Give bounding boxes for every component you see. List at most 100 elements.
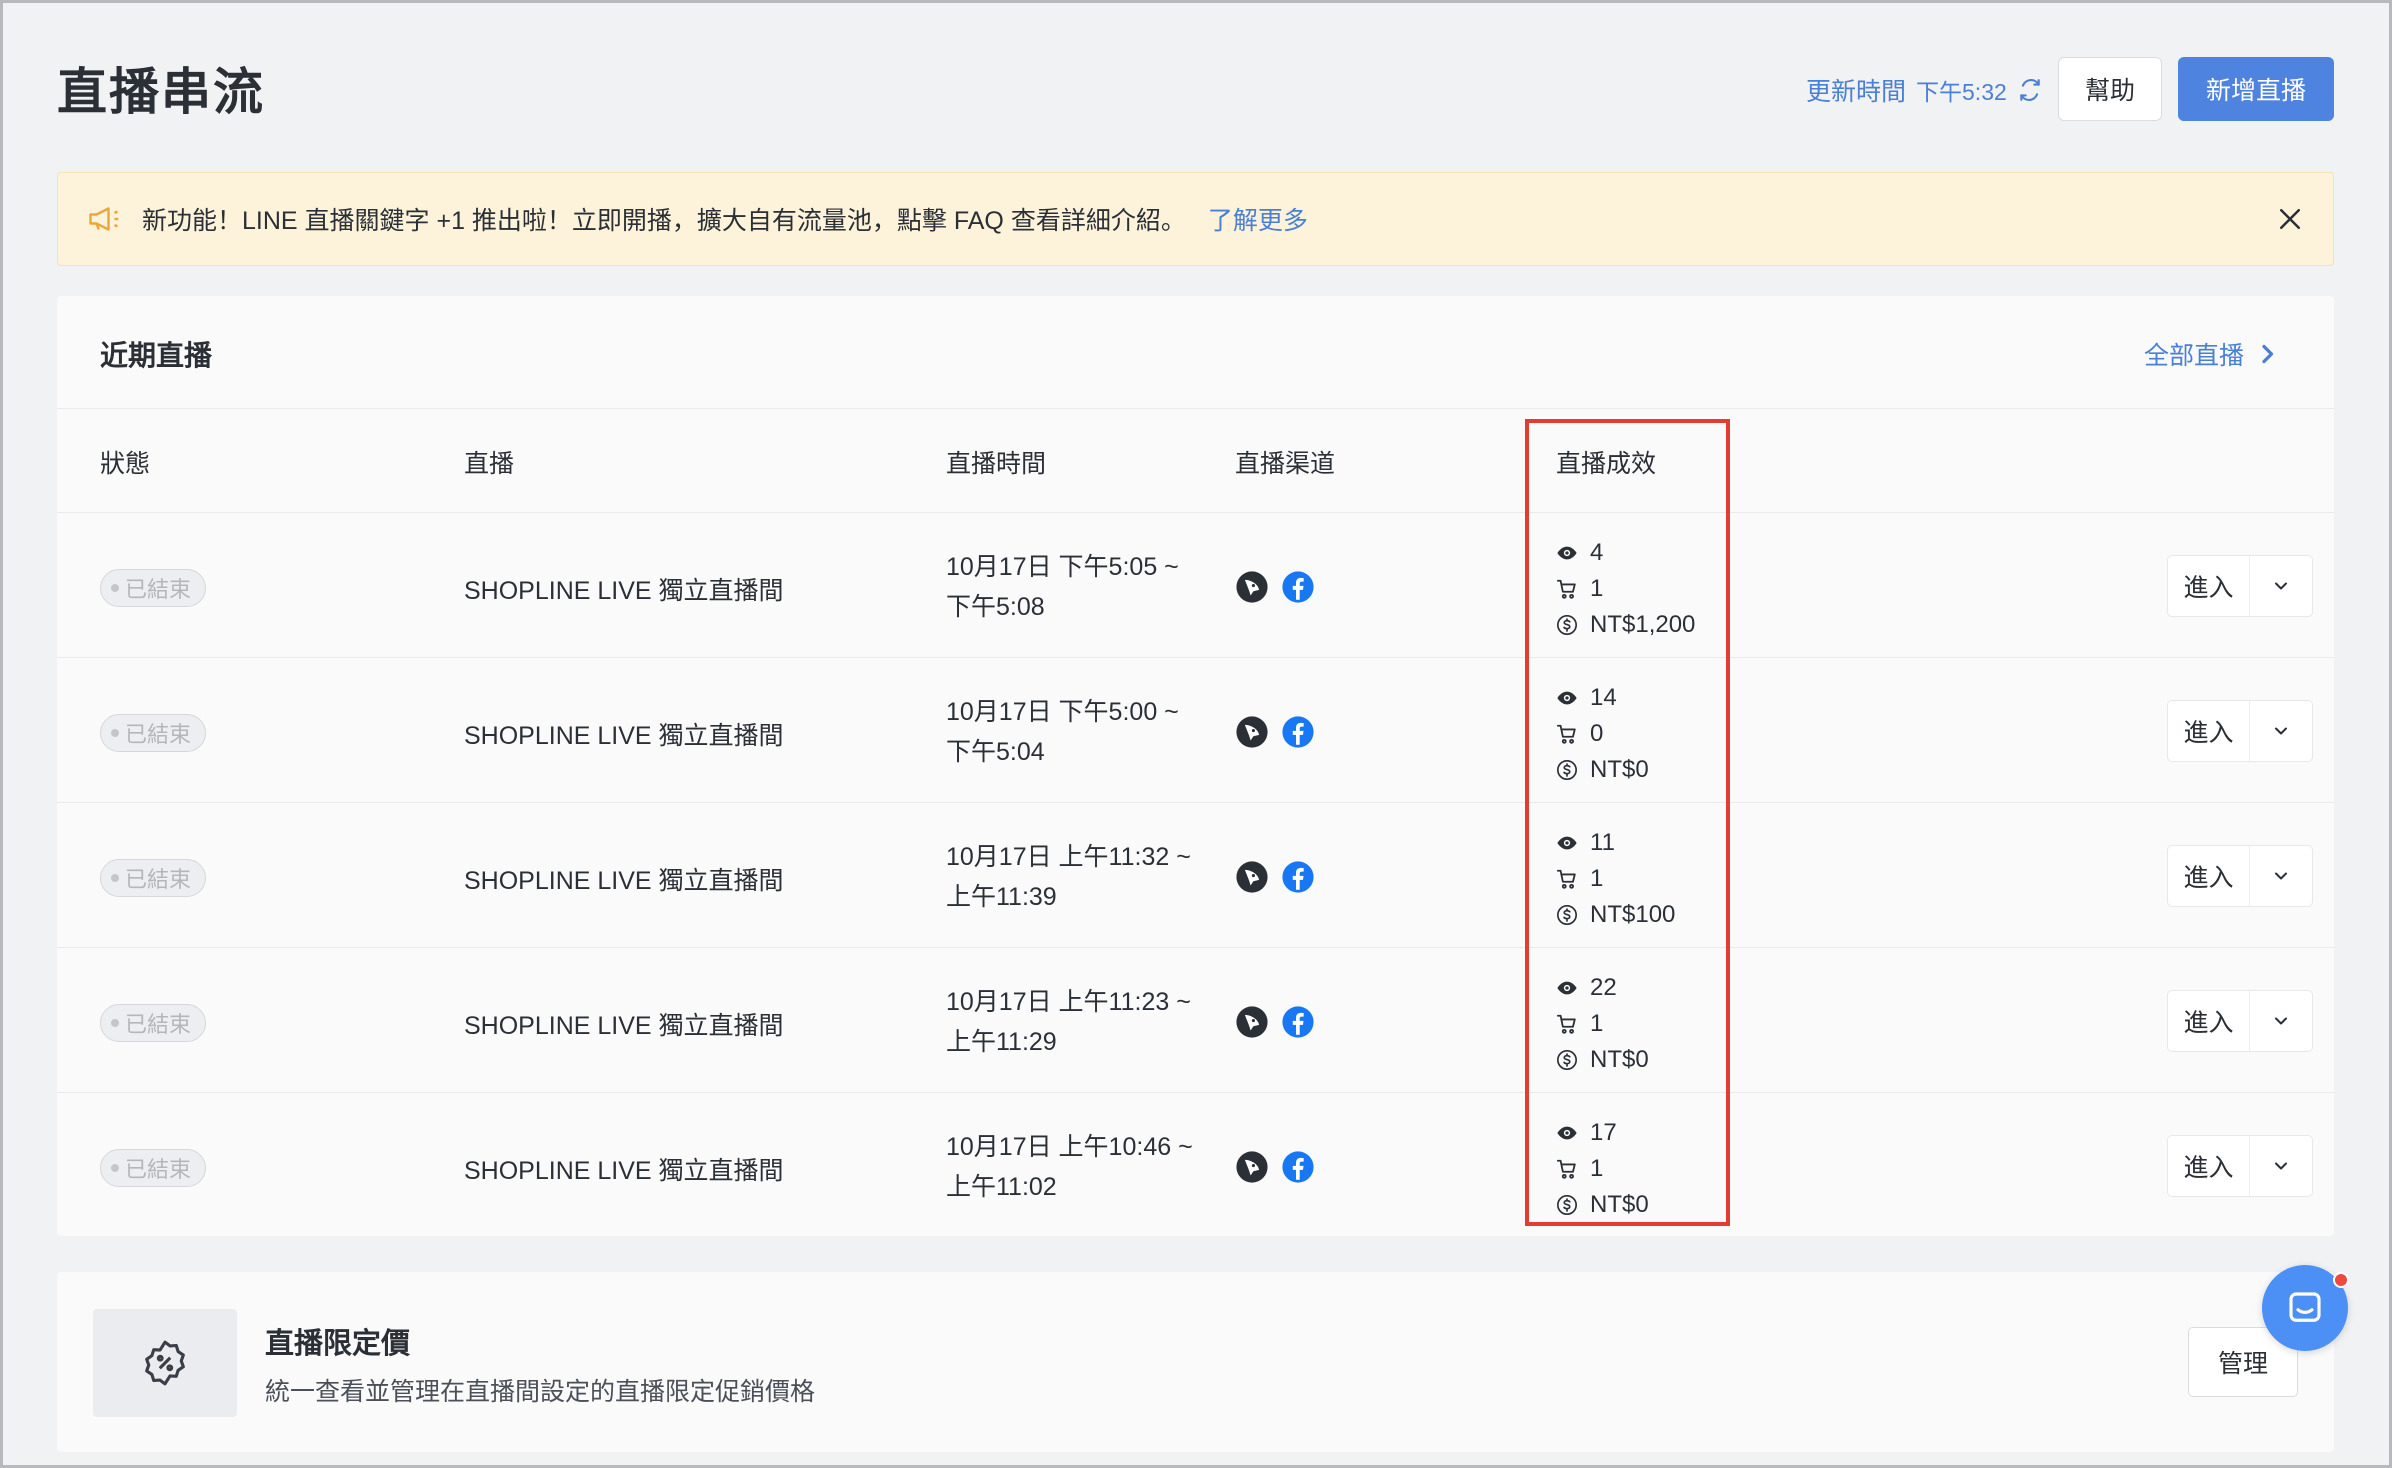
all-streams-label: 全部直播 (2143, 342, 2244, 370)
column-header-channel: 直播渠道 (1235, 450, 1336, 478)
enter-dropdown-toggle[interactable] (2250, 991, 2312, 1051)
stream-name: SHOPLINE LIVE 獨立直播間 (464, 867, 784, 895)
close-icon[interactable] (2275, 204, 2305, 234)
facebook-channel-icon (1282, 716, 1314, 748)
status-label: 已結束 (125, 577, 192, 602)
performance-metrics: 17 1 NT$0 (1556, 1115, 1649, 1223)
stream-name: SHOPLINE LIVE 獨立直播間 (464, 722, 784, 750)
performance-metrics: 22 1 NT$0 (1556, 970, 1649, 1078)
status-dot (111, 729, 119, 737)
revenue-value: NT$0 (1590, 1046, 1649, 1073)
orders-value: 1 (1590, 865, 1604, 892)
facebook-channel-icon (1282, 1151, 1314, 1183)
facebook-channel-icon (1282, 1006, 1314, 1038)
enter-button[interactable]: 進入 (2168, 556, 2250, 616)
update-label: 更新時間 (1806, 78, 1907, 106)
feature-banner: 新功能！LINE 直播關鍵字 +1 推出啦！立即開播，擴大自有流量池，點擊 FA… (57, 172, 2334, 266)
cart-icon (1556, 1014, 1576, 1034)
status-badge: 已結束 (100, 569, 206, 607)
enter-dropdown-toggle[interactable] (2250, 701, 2312, 761)
channel-icons (1235, 860, 1315, 894)
metric-views: 14 (1556, 680, 1649, 716)
performance-metrics: 11 1 NT$100 (1556, 825, 1675, 933)
metric-revenue: NT$0 (1556, 1042, 1649, 1078)
dollar-coin-icon (1557, 615, 1577, 635)
dollar-coin-icon (1557, 1050, 1577, 1070)
stream-time: 10月17日 上午11:23 ~ 上午11:29 (946, 982, 1191, 1062)
dollar-coin-icon (1557, 1195, 1577, 1215)
table-row: 已結束 SHOPLINE LIVE 獨立直播間 10月17日 下午5:05 ~ 下午5… (57, 512, 2334, 657)
eye-icon (1557, 836, 1577, 850)
dollar-coin-icon (1557, 760, 1577, 780)
table-row: 已結束 SHOPLINE LIVE 獨立直播間 10月17日 上午11:23 ~ 上午… (57, 947, 2334, 1092)
performance-metrics: 14 0 NT$0 (1556, 680, 1649, 788)
recent-streams-card: 近期直播 全部直播 狀態 直播 直播時間 直播渠道 直播成效 已結束 SHOPLI… (57, 296, 2334, 1236)
revenue-value: NT$0 (1590, 1191, 1649, 1218)
cart-icon (1556, 724, 1576, 744)
chevron-down-icon (2275, 1017, 2287, 1025)
enter-dropdown-toggle[interactable] (2250, 1136, 2312, 1196)
status-badge: 已結束 (100, 1149, 206, 1187)
refresh-icon[interactable] (2017, 77, 2043, 103)
shopline-channel-icon (1236, 1006, 1268, 1038)
stream-time: 10月17日 下午5:00 ~ 下午5:04 (946, 692, 1179, 772)
table-row: 已結束 SHOPLINE LIVE 獨立直播間 10月17日 上午10:46 ~ 上午… (57, 1092, 2334, 1237)
divider (57, 408, 2334, 409)
enter-dropdown-toggle[interactable] (2250, 556, 2312, 616)
notification-dot (2333, 1272, 2349, 1288)
facebook-channel-icon (1282, 861, 1314, 893)
stream-time-end: 上午11:39 (946, 883, 1057, 911)
stream-time-end: 上午11:02 (946, 1173, 1057, 1201)
stream-time-end: 上午11:29 (946, 1028, 1057, 1056)
status-badge: 已結束 (100, 714, 206, 752)
status-dot (111, 1019, 119, 1027)
enter-button[interactable]: 進入 (2168, 991, 2250, 1051)
cart-icon (1556, 579, 1576, 599)
metric-orders: 1 (1556, 1006, 1649, 1042)
stream-time-start: 10月17日 上午10:46 ~ (946, 1133, 1193, 1161)
metric-views: 4 (1556, 535, 1695, 571)
metric-views: 22 (1556, 970, 1649, 1006)
channel-icons (1235, 1005, 1315, 1039)
enter-dropdown-toggle[interactable] (2250, 846, 2312, 906)
channel-icons (1235, 1150, 1315, 1184)
stream-time-end: 下午5:08 (946, 593, 1045, 621)
learn-more-link[interactable]: 了解更多 (1208, 201, 1308, 237)
metric-revenue: NT$1,200 (1556, 607, 1695, 643)
metric-orders: 1 (1556, 1151, 1649, 1187)
stream-time-start: 10月17日 下午5:00 ~ (946, 698, 1179, 726)
orders-value: 1 (1590, 1010, 1604, 1037)
revenue-value: NT$1,200 (1590, 611, 1696, 638)
table-row: 已結束 SHOPLINE LIVE 獨立直播間 10月17日 上午11:32 ~ 上午… (57, 802, 2334, 947)
performance-metrics: 4 1 NT$1,200 (1556, 535, 1695, 643)
discount-badge-icon (145, 1340, 185, 1386)
status-badge: 已結束 (100, 1004, 206, 1042)
metric-revenue: NT$0 (1556, 1187, 1649, 1223)
facebook-channel-icon (1282, 571, 1314, 603)
views-value: 22 (1590, 974, 1617, 1001)
column-header-stream: 直播 (464, 450, 515, 478)
enter-button[interactable]: 進入 (2168, 1136, 2250, 1196)
enter-button[interactable]: 進入 (2168, 701, 2250, 761)
metric-revenue: NT$0 (1556, 752, 1649, 788)
enter-button[interactable]: 進入 (2168, 846, 2250, 906)
help-button[interactable]: 幫助 (2058, 57, 2162, 121)
stream-time: 10月17日 下午5:05 ~ 下午5:08 (946, 547, 1179, 627)
table-row: 已結束 SHOPLINE LIVE 獨立直播間 10月17日 下午5:00 ~ 下午5… (57, 657, 2334, 802)
status-dot (111, 1164, 119, 1172)
chat-icon (2289, 1292, 2321, 1322)
stream-time-start: 10月17日 下午5:05 ~ (946, 553, 1179, 581)
eye-icon (1557, 1126, 1577, 1140)
views-value: 14 (1590, 684, 1617, 711)
status-dot (111, 584, 119, 592)
enter-button-group: 進入 (2167, 845, 2313, 907)
enter-button-group: 進入 (2167, 1135, 2313, 1197)
enter-button-group: 進入 (2167, 990, 2313, 1052)
new-stream-button[interactable]: 新增直播 (2178, 57, 2334, 121)
cart-icon (1556, 869, 1576, 889)
orders-value: 1 (1590, 1155, 1604, 1182)
shopline-channel-icon (1236, 716, 1268, 748)
chevron-down-icon (2275, 582, 2287, 590)
all-streams-link[interactable]: 全部直播 (2144, 336, 2276, 372)
eye-icon (1557, 981, 1577, 995)
